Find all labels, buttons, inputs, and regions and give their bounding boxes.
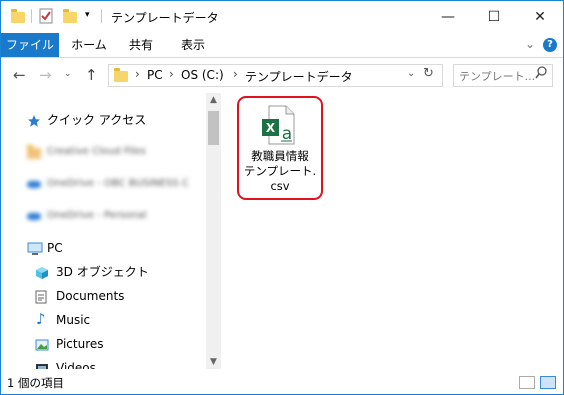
folder-icon xyxy=(27,145,41,159)
scroll-down-icon[interactable]: ▼ xyxy=(206,357,221,367)
close-button[interactable]: ✕ xyxy=(517,1,563,33)
star-icon xyxy=(27,113,41,127)
title-bar: ▾ テンプレートデータ — ☐ ✕ xyxy=(1,1,563,33)
file-item-csv[interactable]: X a 教職員情報 テンプレート. csv xyxy=(237,96,323,200)
svg-text:X: X xyxy=(266,121,276,135)
nav-item-onedrive-business[interactable]: OneDrive - OBC BUSINESS C xyxy=(1,173,206,195)
film-icon xyxy=(35,361,49,369)
nav-item-pictures[interactable]: Pictures xyxy=(1,333,206,355)
cloud-icon xyxy=(27,209,41,223)
nav-label: PC xyxy=(47,241,63,255)
music-note-icon: ♪ xyxy=(36,310,46,328)
file-name: 教職員情報 テンプレート. csv xyxy=(239,149,321,194)
address-row: ← → ⌄ ↑ › PC › OS (C:) › テンプレートデータ ⌄ ↻ テ… xyxy=(1,58,563,92)
large-icons-view-icon[interactable] xyxy=(540,376,556,389)
nav-item-videos[interactable]: Videos xyxy=(1,357,206,369)
maximize-button[interactable]: ☐ xyxy=(471,1,517,33)
document-icon xyxy=(35,289,49,304)
nav-label: Music xyxy=(56,313,91,327)
nav-label: Videos xyxy=(56,361,96,369)
breadcrumb-pc[interactable]: PC xyxy=(147,68,163,82)
nav-label: クイック アクセス xyxy=(47,113,147,127)
refresh-icon[interactable]: ↻ xyxy=(423,66,434,81)
breadcrumb-separator: › xyxy=(233,67,238,81)
forward-arrow-icon[interactable]: → xyxy=(39,66,52,84)
computer-icon xyxy=(27,241,43,255)
nav-label: Creative Cloud Files xyxy=(47,146,146,157)
breadcrumb-drive[interactable]: OS (C:) xyxy=(181,68,224,82)
tab-share[interactable]: 共有 xyxy=(119,33,163,57)
tab-view[interactable]: 表示 xyxy=(171,33,215,57)
tab-home[interactable]: ホーム xyxy=(67,33,111,57)
picture-icon xyxy=(35,337,49,351)
window-title: テンプレートデータ xyxy=(111,11,219,25)
search-icon xyxy=(535,66,547,83)
recent-locations-icon[interactable]: ⌄ xyxy=(64,69,72,79)
breadcrumb-separator: › xyxy=(169,67,174,81)
cube-icon xyxy=(35,265,49,279)
nav-label: 3D オブジェクト xyxy=(56,265,149,279)
details-view-icon[interactable] xyxy=(519,376,535,389)
tab-file[interactable]: ファイル xyxy=(1,33,59,57)
nav-item-creative-cloud[interactable]: Creative Cloud Files xyxy=(1,141,206,163)
address-bar[interactable]: › PC › OS (C:) › テンプレートデータ ⌄ ↻ xyxy=(108,64,443,87)
help-icon[interactable]: ? xyxy=(543,38,557,52)
address-dropdown-icon[interactable]: ⌄ xyxy=(407,68,415,79)
breadcrumb-folder[interactable]: テンプレートデータ xyxy=(245,68,353,85)
file-list: X a 教職員情報 テンプレート. csv xyxy=(223,93,563,369)
search-placeholder: テンプレート... xyxy=(459,70,536,83)
ribbon-tabs: ファイル ホーム 共有 表示 ⌄ ? xyxy=(1,33,563,58)
nav-item-onedrive-personal[interactable]: OneDrive - Personal xyxy=(1,205,206,227)
nav-scrollbar[interactable]: ▲ ▼ xyxy=(206,93,221,369)
nav-item-music[interactable]: ♪ Music xyxy=(1,309,206,331)
scroll-thumb[interactable] xyxy=(208,111,219,145)
minimize-button[interactable]: — xyxy=(425,1,471,33)
status-bar: 1 個の項目 xyxy=(1,370,563,394)
breadcrumb-separator: › xyxy=(135,67,140,81)
item-count: 1 個の項目 xyxy=(7,376,64,390)
nav-item-3d-objects[interactable]: 3D オブジェクト xyxy=(1,261,206,283)
properties-icon[interactable] xyxy=(39,8,53,27)
title-separator xyxy=(101,9,102,23)
file-name-line: 教職員情報 xyxy=(251,149,309,163)
nav-label: OneDrive - OBC BUSINESS C xyxy=(47,178,189,189)
cloud-icon xyxy=(27,177,41,191)
chevron-down-icon[interactable]: ⌄ xyxy=(525,37,535,51)
scroll-up-icon[interactable]: ▲ xyxy=(206,95,221,105)
file-name-line: テンプレート. xyxy=(243,164,317,178)
file-name-line: csv xyxy=(270,179,290,193)
title-separator xyxy=(31,9,32,23)
nav-item-documents[interactable]: Documents xyxy=(1,285,206,307)
nav-label: Documents xyxy=(56,289,125,303)
navigation-pane: クイック アクセス Creative Cloud Files OneDrive … xyxy=(1,93,206,369)
back-arrow-icon[interactable]: ← xyxy=(13,66,26,84)
excel-csv-icon: X a xyxy=(261,105,295,145)
search-input[interactable]: テンプレート... xyxy=(453,64,553,87)
up-arrow-icon[interactable]: ↑ xyxy=(85,66,98,84)
nav-label: OneDrive - Personal xyxy=(47,210,147,221)
explorer-window: ▾ テンプレートデータ — ☐ ✕ ファイル ホーム 共有 表示 ⌄ ? ← →… xyxy=(0,0,564,395)
nav-label: Pictures xyxy=(56,337,104,351)
nav-item-pc[interactable]: PC xyxy=(1,237,206,259)
customize-toolbar-icon[interactable]: ▾ xyxy=(85,10,90,20)
nav-item-quick-access[interactable]: クイック アクセス xyxy=(1,109,206,131)
